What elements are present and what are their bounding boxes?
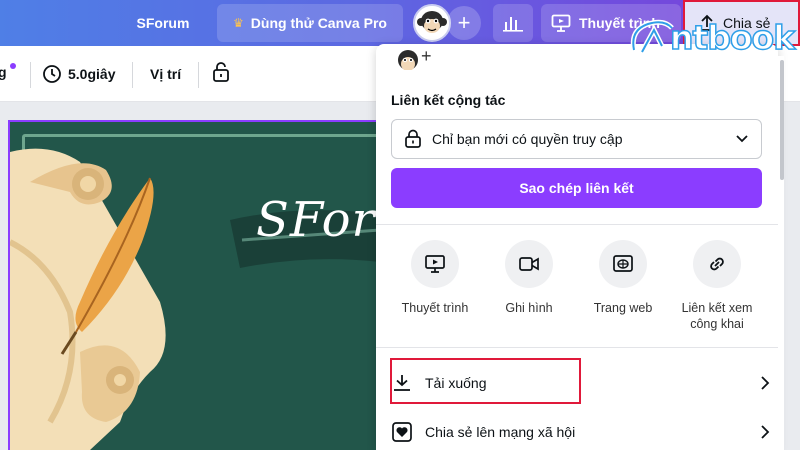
public-link-option-circle	[693, 240, 741, 288]
chevron-right-icon	[761, 376, 770, 390]
try-canva-pro-button[interactable]: ♛ Dùng thử Canva Pro	[217, 4, 403, 42]
duration-button[interactable]: 5.0giây	[42, 60, 115, 88]
link-icon	[710, 257, 724, 271]
toolbar-divider	[198, 62, 199, 88]
access-dropdown[interactable]: Chỉ bạn mới có quyền truy cập	[391, 119, 762, 159]
canvas-area: SForum	[0, 102, 382, 450]
panel-scrollbar[interactable]	[780, 60, 784, 180]
record-option-label: Ghi hình	[505, 301, 553, 315]
share-social-row[interactable]: Chia sẻ lên mạng xã hội	[391, 412, 771, 450]
add-collaborator-button[interactable]: +	[447, 6, 481, 40]
add-people-button[interactable]: +	[421, 46, 432, 67]
share-option-website[interactable]: Trang web	[576, 240, 670, 316]
lock-button[interactable]	[211, 61, 231, 88]
toolbar-divider	[30, 62, 31, 88]
avatar[interactable]	[413, 4, 451, 42]
clock-icon	[43, 65, 61, 83]
panel-divider	[376, 347, 778, 348]
download-highlight-box	[390, 358, 581, 404]
watermark-logo: ntbook	[628, 12, 800, 64]
copy-link-button[interactable]: Sao chép liên kết	[391, 168, 762, 208]
present-icon	[425, 255, 445, 273]
insights-button[interactable]	[493, 4, 533, 42]
monkey-avatar-icon	[415, 6, 449, 40]
scroll-and-quill-illustration	[10, 148, 380, 450]
heart-icon	[392, 422, 412, 442]
try-canva-pro-label: Dùng thử Canva Pro	[250, 15, 387, 31]
share-option-record[interactable]: Ghi hình	[482, 240, 576, 316]
toolbar-item-partial[interactable]: g	[0, 64, 7, 80]
public-link-option-label: Liên kết xem công khai	[670, 300, 764, 332]
access-value: Chỉ bạn mới có quyền truy cập	[432, 131, 623, 147]
watermark-text: ntbook	[669, 17, 796, 58]
website-icon	[613, 255, 633, 272]
record-option-circle	[505, 240, 553, 288]
crown-icon: ♛	[233, 16, 244, 30]
watermark-swoosh-icon	[630, 19, 674, 54]
present-option-label: Thuyết trình	[401, 301, 469, 315]
public-link-label-line2: công khai	[690, 317, 744, 331]
design-title-text[interactable]: SForum	[256, 192, 380, 248]
public-link-label-line1: Liên kết xem	[681, 301, 753, 315]
duration-label: 5.0giây	[68, 66, 116, 82]
website-option-label: Trang web	[593, 301, 653, 315]
position-button[interactable]: Vị trí	[150, 66, 181, 82]
present-icon	[551, 14, 571, 32]
present-option-circle	[411, 240, 459, 288]
chevron-right-icon	[761, 425, 770, 439]
toolbar-divider	[132, 62, 133, 88]
lock-icon	[405, 129, 421, 148]
notification-dot	[10, 63, 16, 69]
collab-link-heading: Liên kết cộng tác	[391, 92, 506, 108]
share-social-label: Chia sẻ lên mạng xã hội	[425, 424, 576, 440]
panel-divider	[376, 224, 778, 225]
video-camera-icon	[519, 257, 539, 271]
share-option-public-link[interactable]: Liên kết xem công khai	[670, 240, 764, 332]
monkey-avatar-icon	[398, 50, 418, 70]
website-option-circle	[599, 240, 647, 288]
collaborator-avatar[interactable]	[394, 46, 422, 70]
bar-chart-icon	[503, 17, 523, 32]
chevron-down-icon	[736, 135, 748, 143]
share-panel: + Liên kết cộng tác Chỉ bạn mới có quyền…	[376, 44, 778, 450]
design-page[interactable]: SForum	[8, 120, 382, 450]
design-title[interactable]: SForum	[122, 0, 204, 46]
lock-icon	[213, 62, 229, 82]
share-option-present[interactable]: Thuyết trình	[388, 240, 482, 316]
